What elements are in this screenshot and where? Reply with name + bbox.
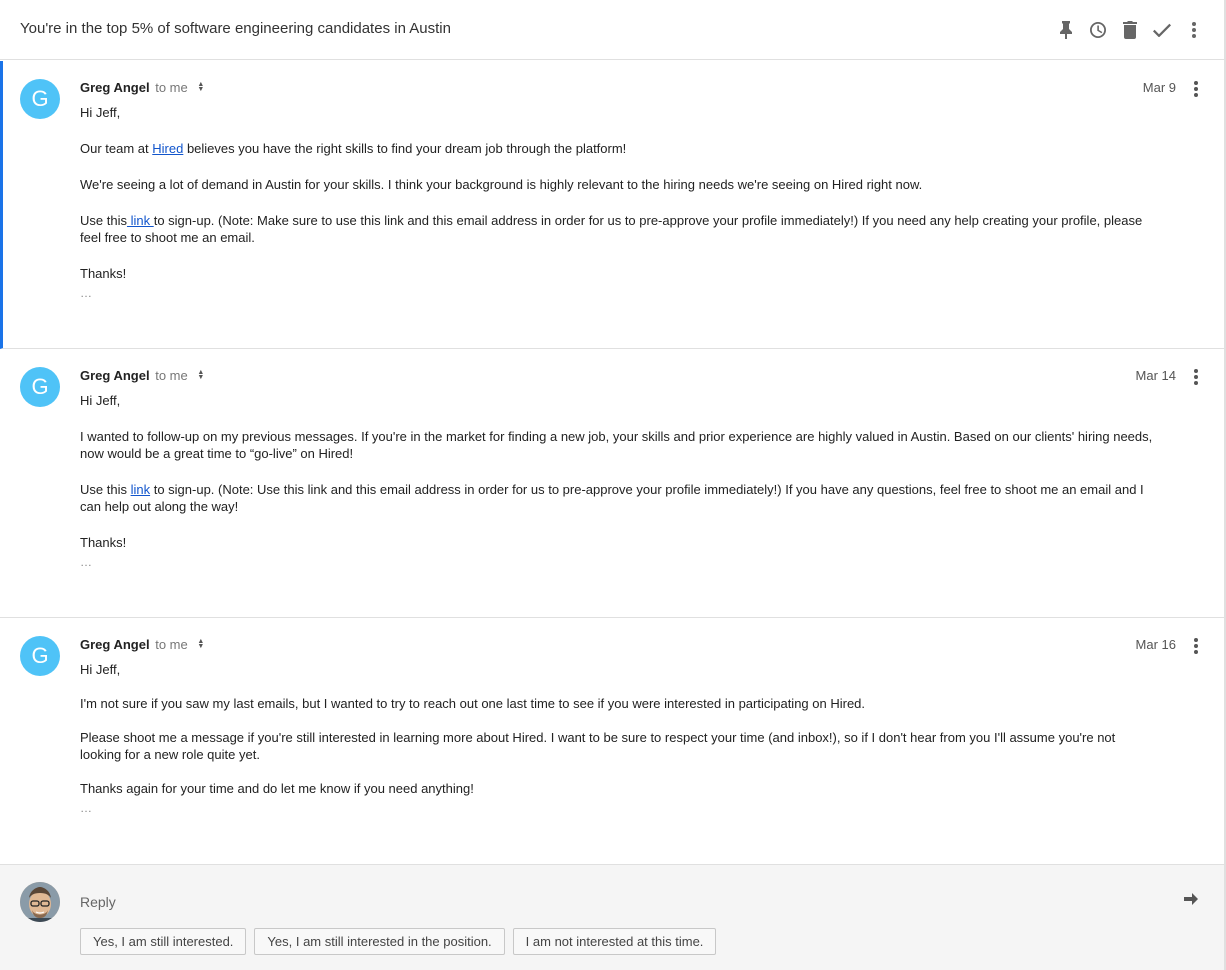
reply-area: Reply Yes, I am still interested. Yes, I… bbox=[0, 864, 1224, 970]
signup-link[interactable]: link bbox=[127, 213, 154, 228]
forward-arrow-icon[interactable] bbox=[1184, 893, 1204, 909]
show-trimmed-content[interactable]: … bbox=[80, 800, 1160, 817]
message-date: Mar 16 bbox=[1135, 637, 1176, 652]
pin-icon[interactable] bbox=[1050, 18, 1082, 42]
closing: Thanks again for your time and do let me… bbox=[80, 781, 474, 796]
recipient-label: to me bbox=[155, 637, 188, 652]
message-header: Greg Angel to me ▲ ▼ bbox=[80, 368, 204, 383]
smart-replies: Yes, I am still interested. Yes, I am st… bbox=[80, 928, 717, 955]
thread-toolbar bbox=[1050, 18, 1210, 42]
paragraph: Our team at Hired believes you have the … bbox=[80, 140, 1160, 157]
smart-reply-button[interactable]: I am not interested at this time. bbox=[512, 928, 717, 955]
message-header: Greg Angel to me ▲ ▼ bbox=[80, 637, 204, 652]
done-icon[interactable] bbox=[1146, 18, 1178, 42]
message-date: Mar 14 bbox=[1135, 368, 1176, 383]
text: Use this bbox=[80, 482, 131, 497]
message-body: Hi Jeff, I wanted to follow-up on my pre… bbox=[80, 392, 1160, 571]
email-message[interactable]: G Greg Angel to me ▲ ▼ Mar 16 Hi Jeff, I'… bbox=[0, 618, 1224, 864]
text: to sign-up. (Note: Use this link and thi… bbox=[80, 482, 1144, 514]
details-toggle-icon[interactable]: ▲ ▼ bbox=[197, 638, 204, 650]
smart-reply-button[interactable]: Yes, I am still interested in the positi… bbox=[254, 928, 505, 955]
message-more-icon[interactable] bbox=[1186, 636, 1206, 656]
closing: Thanks! bbox=[80, 535, 127, 550]
message-body: Hi Jeff, I'm not sure if you saw my last… bbox=[80, 661, 1160, 817]
greeting: Hi Jeff, bbox=[80, 393, 121, 408]
hired-link[interactable]: Hired bbox=[152, 141, 183, 156]
paragraph: We're seeing a lot of demand in Austin f… bbox=[80, 177, 923, 192]
snooze-icon[interactable] bbox=[1082, 18, 1114, 42]
trash-icon[interactable] bbox=[1114, 18, 1146, 42]
thread-subject: You're in the top 5% of software enginee… bbox=[20, 20, 451, 37]
signup-link[interactable]: link bbox=[131, 482, 151, 497]
sender-avatar: G bbox=[20, 367, 60, 407]
message-header: Greg Angel to me ▲ ▼ bbox=[80, 80, 204, 95]
recipient-label: to me bbox=[155, 368, 188, 383]
message-more-icon[interactable] bbox=[1186, 367, 1206, 387]
paragraph: Use this link to sign-up. (Note: Use thi… bbox=[80, 481, 1160, 515]
email-message[interactable]: G Greg Angel to me ▲ ▼ Mar 9 Hi Jeff, Our… bbox=[0, 61, 1224, 349]
paragraph: I wanted to follow-up on my previous mes… bbox=[80, 429, 1153, 461]
paragraph: Use this link to sign-up. (Note: Make su… bbox=[80, 212, 1160, 246]
details-toggle-icon[interactable]: ▲ ▼ bbox=[197, 369, 204, 381]
sender-name[interactable]: Greg Angel bbox=[80, 637, 150, 652]
text: Use this bbox=[80, 213, 127, 228]
paragraph: Please shoot me a message if you're stil… bbox=[80, 730, 1116, 762]
sender-avatar: G bbox=[20, 79, 60, 119]
show-trimmed-content[interactable]: … bbox=[80, 554, 1160, 571]
details-toggle-icon[interactable]: ▲ ▼ bbox=[197, 81, 204, 93]
message-date: Mar 9 bbox=[1142, 80, 1176, 95]
reply-box[interactable]: Reply bbox=[80, 894, 116, 910]
text: believes you have the right skills to fi… bbox=[183, 141, 627, 156]
sender-avatar: G bbox=[20, 636, 60, 676]
text: to sign-up. (Note: Make sure to use this… bbox=[80, 213, 1143, 245]
show-trimmed-content[interactable]: … bbox=[80, 285, 1160, 302]
message-more-icon[interactable] bbox=[1186, 79, 1206, 99]
message-body: Hi Jeff, Our team at Hired believes you … bbox=[80, 104, 1160, 302]
email-message[interactable]: G Greg Angel to me ▲ ▼ Mar 14 Hi Jeff, I … bbox=[0, 349, 1224, 618]
user-avatar bbox=[20, 882, 60, 922]
greeting: Hi Jeff, bbox=[80, 105, 121, 120]
paragraph: I'm not sure if you saw my last emails, … bbox=[80, 696, 866, 711]
greeting: Hi Jeff, bbox=[80, 662, 121, 677]
more-icon[interactable] bbox=[1178, 18, 1210, 42]
thread-header: You're in the top 5% of software enginee… bbox=[0, 0, 1224, 60]
closing: Thanks! bbox=[80, 266, 127, 281]
text: Our team at bbox=[80, 141, 153, 156]
recipient-label: to me bbox=[155, 80, 188, 95]
smart-reply-button[interactable]: Yes, I am still interested. bbox=[80, 928, 247, 955]
sender-name[interactable]: Greg Angel bbox=[80, 368, 150, 383]
sender-name[interactable]: Greg Angel bbox=[80, 80, 150, 95]
